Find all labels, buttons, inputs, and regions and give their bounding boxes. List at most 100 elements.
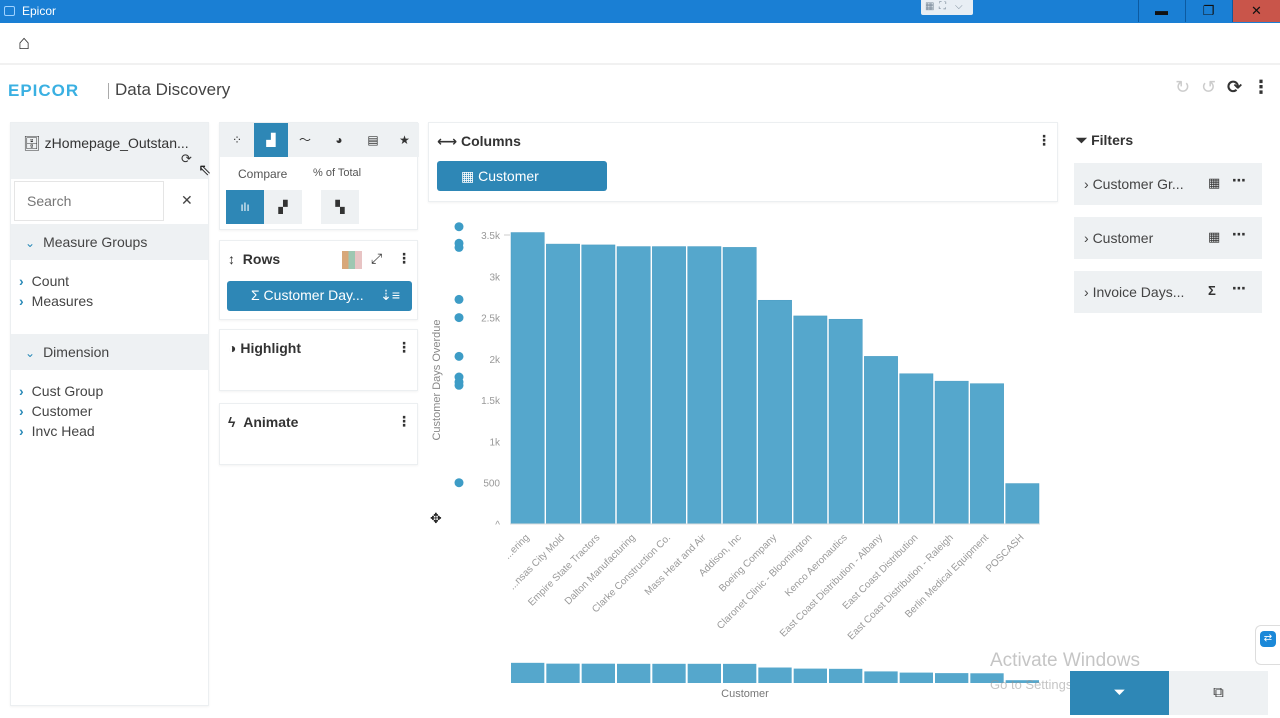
percent-total-label: % of Total — [313, 167, 362, 179]
layout-toggle-button[interactable]: ⧉ — [1169, 671, 1268, 715]
more-vertical-icon[interactable]: ⋮ — [1252, 77, 1270, 98]
sigma-icon: Σ — [1208, 283, 1216, 298]
more-horizontal-icon[interactable]: ⋯ — [1232, 226, 1246, 243]
tree-item-cust-group[interactable]: › Cust Group — [19, 383, 103, 399]
remote-toolbar[interactable]: ▦ ⛶ ⌵ — [921, 0, 973, 15]
navigator-bar[interactable] — [758, 667, 792, 683]
scroll-dot[interactable] — [454, 242, 464, 252]
bar[interactable] — [970, 383, 1004, 525]
highlight-menu-icon[interactable]: ⋮ — [397, 339, 411, 356]
line-chart-button[interactable]: 〜 — [288, 123, 322, 157]
tree-item-measures[interactable]: › Measures — [19, 293, 93, 309]
dimension-icon: ▦ — [1208, 175, 1221, 190]
scroll-dot[interactable] — [454, 380, 464, 390]
expand-icon[interactable]: ⤢ — [371, 250, 382, 267]
filter-item-invoice-days[interactable]: › Invoice Days... Σ ⋯ — [1074, 271, 1262, 313]
compare-grouped-button[interactable]: ılı — [226, 190, 264, 224]
layout-icon: ⧉ — [1213, 684, 1224, 701]
bar[interactable] — [722, 247, 757, 525]
navigator-bar[interactable] — [829, 668, 863, 683]
table-chart-button[interactable]: ▤ — [356, 123, 390, 157]
bar[interactable] — [828, 318, 863, 525]
bar[interactable] — [1005, 483, 1040, 525]
group-dimension[interactable]: ⌄ Dimension — [11, 334, 208, 370]
y-tick-label: 3k — [489, 272, 501, 283]
navigator-bar[interactable] — [652, 663, 686, 683]
redo-icon[interactable]: ↻ — [1175, 77, 1190, 98]
navigator-bar[interactable] — [793, 668, 827, 683]
filter-item-customer[interactable]: › Customer ▦ ⋯ — [1074, 217, 1262, 259]
columns-menu-icon[interactable]: ⋮ — [1037, 132, 1051, 149]
pie-chart-button[interactable]: ◕ — [322, 123, 356, 157]
scroll-dot[interactable] — [454, 478, 464, 488]
navigator-bar[interactable] — [511, 662, 545, 683]
filter-item-customer-group[interactable]: › Customer Gr... ▦ ⋯ — [1074, 163, 1262, 205]
bar[interactable] — [652, 246, 686, 525]
group-measure-groups[interactable]: ⌄ Measure Groups — [11, 224, 208, 260]
y-tick-label: 1.5k — [481, 396, 501, 407]
clear-search-icon[interactable]: ✕ — [181, 192, 193, 209]
navigator-bar[interactable] — [546, 663, 580, 683]
bar[interactable] — [758, 299, 792, 525]
tree-item-invc-head[interactable]: › Invc Head — [19, 423, 95, 439]
refresh-icon[interactable]: ⟳ — [1227, 77, 1242, 98]
minimize-button[interactable]: ▬ — [1138, 0, 1184, 22]
color-palette-icon[interactable] — [342, 251, 362, 269]
bar[interactable] — [687, 246, 722, 525]
navigator-bar[interactable] — [935, 673, 969, 683]
filter-icon: ⏷ — [1076, 132, 1088, 148]
restore-button[interactable]: ❐ — [1185, 0, 1231, 22]
tree-item-customer[interactable]: › Customer — [19, 403, 92, 419]
percent-total-button[interactable]: ▚ — [321, 190, 359, 224]
fullscreen-icon[interactable]: ⛶ — [939, 1, 946, 12]
navigator-bar[interactable] — [723, 663, 757, 683]
scroll-dot[interactable] — [454, 294, 464, 304]
bar[interactable] — [616, 246, 651, 525]
undo-icon[interactable]: ↺ — [1201, 77, 1216, 98]
close-button[interactable]: ✕ — [1232, 0, 1280, 22]
bar-chart: ^ 500 1k 1.5k 2k 2.5k 3k 3.5k Customer Days Over… — [430, 222, 1040, 700]
top-nav: ⌂ — [0, 23, 1280, 65]
tree-item-count[interactable]: › Count — [19, 273, 69, 289]
rows-menu-icon[interactable]: ⋮ — [397, 250, 411, 267]
bar[interactable] — [510, 232, 545, 525]
scatter-chart-button[interactable]: ⁘ — [220, 123, 254, 157]
navigator-bar[interactable] — [864, 671, 898, 683]
grid-icon[interactable]: ▦ — [925, 1, 934, 12]
scroll-dot[interactable] — [454, 351, 464, 361]
horizontal-arrows-icon: ⟷ — [437, 133, 458, 149]
filter-toggle-button[interactable]: ⏷ — [1070, 671, 1169, 715]
navigator-bar[interactable] — [899, 672, 933, 683]
scroll-dot[interactable] — [454, 313, 464, 323]
vertical-arrows-icon: ↕ — [228, 251, 235, 267]
navigator-bar[interactable] — [581, 663, 615, 683]
columns-card: ⟷ Columns ⋮ ▦ Customer — [428, 122, 1058, 202]
scroll-dot[interactable] — [454, 222, 464, 232]
refresh-datasource-icon[interactable]: ⟳ — [181, 151, 192, 167]
navigator-bar[interactable] — [617, 663, 651, 683]
bar-chart-button[interactable]: ▟ — [254, 123, 288, 157]
home-icon[interactable]: ⌂ — [18, 32, 30, 55]
bar[interactable] — [581, 244, 616, 525]
bar[interactable] — [864, 356, 898, 525]
search-input[interactable] — [14, 181, 164, 221]
teamviewer-tab[interactable]: ⇄ — [1255, 625, 1280, 665]
chevron-down-icon[interactable]: ⌵ — [955, 1, 963, 12]
compare-stacked-button[interactable]: ▞ — [264, 190, 302, 224]
rows-pill[interactable]: Σ Customer Day... ⇣≡ — [227, 281, 412, 311]
columns-pill[interactable]: ▦ Customer — [437, 161, 607, 191]
more-horizontal-icon[interactable]: ⋯ — [1232, 280, 1246, 297]
y-tick-label: ^ — [495, 520, 500, 531]
animate-menu-icon[interactable]: ⋮ — [397, 413, 411, 430]
move-icon[interactable]: ✥ — [430, 510, 442, 526]
bar[interactable] — [546, 243, 580, 525]
sort-icon[interactable]: ⇣≡ — [380, 287, 400, 304]
favorite-chart-button[interactable]: ★ — [390, 123, 419, 157]
bar[interactable] — [793, 315, 828, 525]
activate-windows-watermark: Activate Windows — [990, 650, 1140, 671]
bar[interactable] — [899, 373, 934, 525]
bar[interactable] — [934, 380, 969, 525]
datasource-name[interactable]: 🗄 zHomepage_Outstan... — [23, 135, 189, 152]
more-horizontal-icon[interactable]: ⋯ — [1232, 172, 1246, 189]
navigator-bar[interactable] — [687, 663, 721, 683]
